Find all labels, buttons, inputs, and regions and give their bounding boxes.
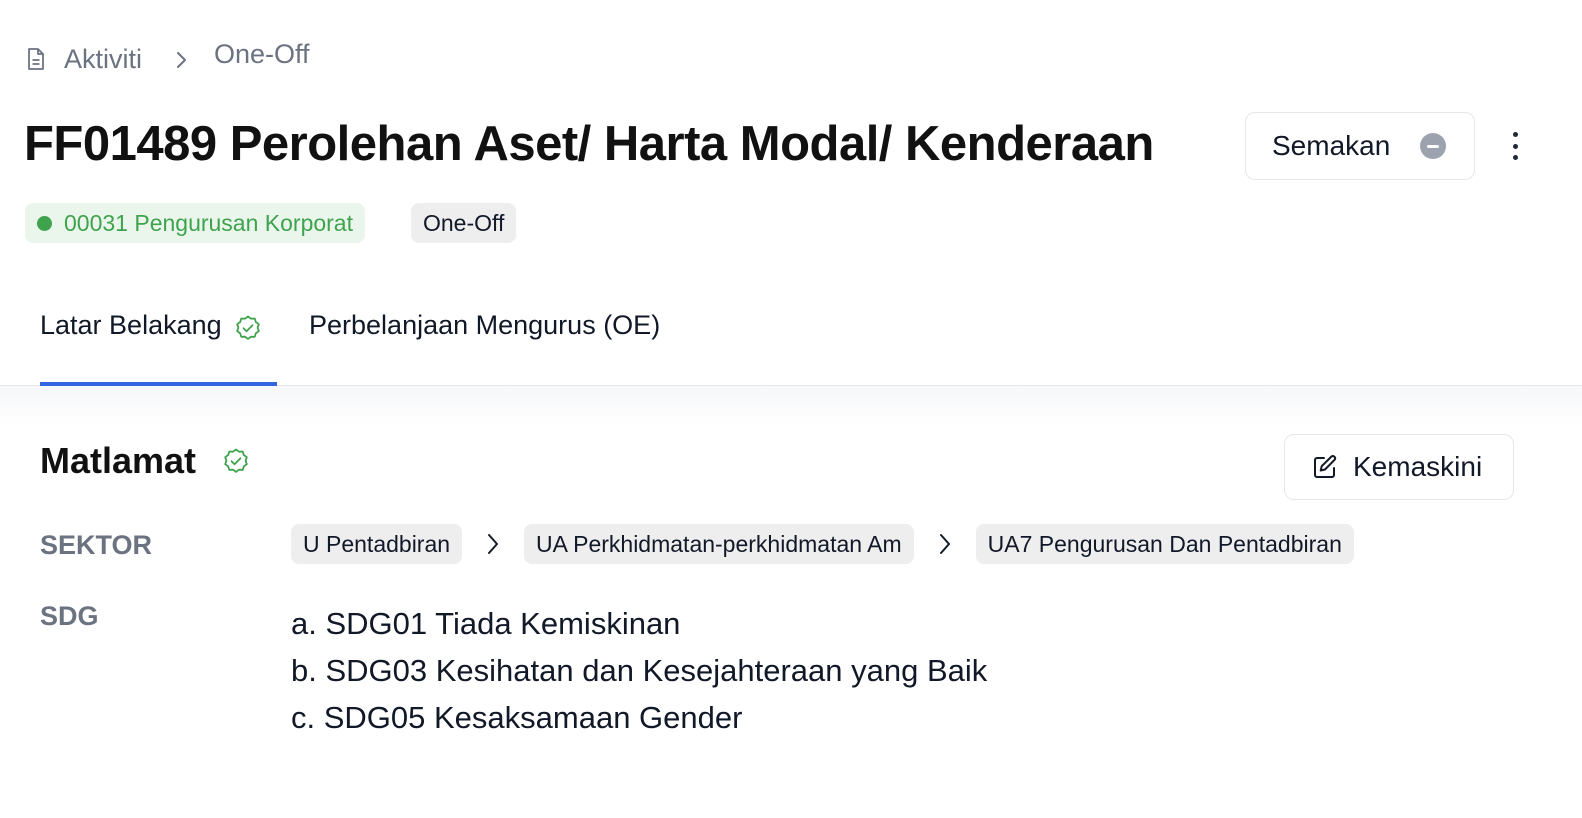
section-title-text: Matlamat (40, 440, 197, 481)
sektor-chip: U Pentadbiran (291, 524, 463, 564)
tab-perbelanjaan-mengurus[interactable]: Perbelanjaan Mengurus (OE) (309, 310, 660, 386)
verified-check-icon (222, 447, 250, 475)
tab-label: Latar Belakang (40, 310, 222, 340)
edit-icon (1311, 453, 1339, 481)
edit-button-label: Kemaskini (1353, 451, 1483, 482)
list-item: a. SDG01 Tiada Kemiskinan (291, 606, 681, 641)
verified-check-icon (234, 314, 262, 342)
sektor-chip: UA7 Pengurusan Dan Pentadbiran (975, 524, 1354, 564)
review-status-label: Semakan (1272, 130, 1391, 161)
document-icon (26, 47, 48, 73)
page: Aktiviti One-Off FF01489 Perolehan Aset/… (0, 0, 1582, 818)
tab-latar-belakang[interactable]: Latar Belakang (40, 310, 277, 386)
type-badge-label: One-Off (423, 209, 505, 236)
chevron-right-icon (486, 531, 500, 557)
chevron-right-icon (174, 49, 188, 71)
status-dot (37, 215, 52, 231)
sdg-list: a. SDG01 Tiada Kemiskinan b. SDG03 Kesih… (291, 600, 987, 741)
list-item: b. SDG03 Kesihatan dan Kesejahteraan yan… (291, 653, 988, 688)
minus-circle-icon (1420, 133, 1446, 159)
edit-button[interactable]: Kemaskini (1284, 434, 1514, 500)
sektor-label: SEKTOR (40, 530, 153, 560)
tab-label: Perbelanjaan Mengurus (OE) (309, 310, 661, 340)
section-title: Matlamat (40, 440, 250, 482)
breadcrumb: Aktiviti One-Off (26, 39, 310, 75)
organization-badge: 00031 Pengurusan Korporat (25, 203, 365, 243)
content-divider-shade (0, 386, 1582, 426)
tab-bar: Latar Belakang Perbelanjaan Mengurus (OE… (0, 290, 1582, 386)
sdg-label: SDG (40, 601, 99, 631)
more-vertical-icon[interactable] (1502, 128, 1528, 164)
type-badge: One-Off (411, 203, 517, 243)
breadcrumb-item-one-off[interactable]: One-Off (214, 39, 310, 70)
page-title: FF01489 Perolehan Aset/ Harta Modal/ Ken… (24, 117, 1154, 171)
review-status-button[interactable]: Semakan (1245, 112, 1475, 180)
breadcrumb-item-aktiviti[interactable]: Aktiviti (64, 44, 142, 75)
organization-badge-label: 00031 Pengurusan Korporat (64, 209, 353, 236)
list-item: c. SDG05 Kesaksamaan Gender (291, 700, 743, 735)
chevron-right-icon (938, 531, 952, 557)
sektor-chip: UA Perkhidmatan-perkhidmatan Am (524, 524, 914, 564)
sektor-chips: U Pentadbiran UA Perkhidmatan-perkhidmat… (291, 524, 1354, 564)
